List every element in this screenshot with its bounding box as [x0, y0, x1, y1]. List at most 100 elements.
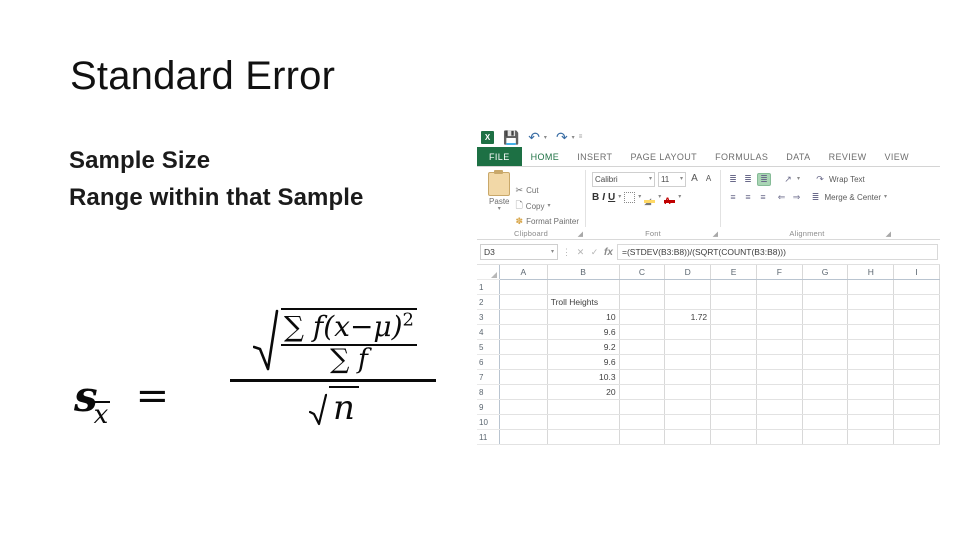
- column-header-g[interactable]: G: [802, 265, 849, 280]
- cell-E4[interactable]: [710, 324, 757, 340]
- italic-button[interactable]: I: [602, 192, 605, 203]
- cell-I9[interactable]: [893, 399, 940, 415]
- enter-icon[interactable]: ✓: [589, 247, 600, 258]
- cell-C3[interactable]: [619, 309, 666, 325]
- cell-H5[interactable]: [847, 339, 895, 355]
- font-size-dropdown-icon[interactable]: ▾: [680, 176, 683, 182]
- column-header-h[interactable]: H: [847, 265, 895, 280]
- cell-H9[interactable]: [847, 399, 895, 415]
- cell-H10[interactable]: [847, 414, 895, 430]
- cell-F6[interactable]: [756, 354, 803, 370]
- cell-C11[interactable]: [619, 429, 666, 445]
- tab-review[interactable]: REVIEW: [820, 147, 876, 166]
- cell-A8[interactable]: [499, 384, 548, 400]
- cell-D9[interactable]: [664, 399, 712, 415]
- borders-icon[interactable]: [624, 191, 636, 203]
- align-bottom-icon[interactable]: ≣: [757, 172, 771, 186]
- cell-E10[interactable]: [710, 414, 757, 430]
- cell-B3[interactable]: 10: [547, 309, 620, 325]
- row-header-2[interactable]: 2: [477, 294, 500, 310]
- merge-center-icon[interactable]: ≣: [810, 192, 822, 203]
- font-size-input[interactable]: 11 ▾: [657, 171, 686, 187]
- cell-H8[interactable]: [847, 384, 895, 400]
- cell-I10[interactable]: [893, 414, 940, 430]
- font-color-icon[interactable]: A: [664, 191, 676, 206]
- cut-button[interactable]: ✂ Cut: [516, 185, 579, 196]
- select-all-corner[interactable]: [477, 265, 500, 280]
- cell-I7[interactable]: [893, 369, 940, 385]
- cell-G6[interactable]: [802, 354, 849, 370]
- column-header-a[interactable]: A: [499, 265, 548, 280]
- cell-A11[interactable]: [499, 429, 548, 445]
- column-header-d[interactable]: D: [664, 265, 712, 280]
- align-center-icon[interactable]: ≡: [742, 192, 754, 202]
- column-header-c[interactable]: C: [619, 265, 666, 280]
- cell-F11[interactable]: [756, 429, 803, 445]
- cell-B8[interactable]: 20: [547, 384, 620, 400]
- cell-I6[interactable]: [893, 354, 940, 370]
- cell-C7[interactable]: [619, 369, 666, 385]
- cell-A3[interactable]: [499, 309, 548, 325]
- wrap-text-icon[interactable]: ↷: [814, 174, 826, 185]
- row-header-10[interactable]: 10: [477, 414, 500, 430]
- cell-B9[interactable]: [547, 399, 620, 415]
- cell-F10[interactable]: [756, 414, 803, 430]
- cell-I8[interactable]: [893, 384, 940, 400]
- redo-dropdown-icon[interactable]: ▾: [572, 134, 575, 141]
- cell-A6[interactable]: [499, 354, 548, 370]
- cell-G1[interactable]: [802, 279, 849, 295]
- increase-indent-icon[interactable]: ⇒: [791, 192, 803, 203]
- cell-G10[interactable]: [802, 414, 849, 430]
- alignment-dialog-launcher-icon[interactable]: ◢: [886, 230, 891, 238]
- row-header-1[interactable]: 1: [477, 279, 500, 295]
- column-header-f[interactable]: F: [756, 265, 803, 280]
- cell-F8[interactable]: [756, 384, 803, 400]
- font-name-input[interactable]: Calibri ▾: [592, 171, 655, 187]
- cell-F3[interactable]: [756, 309, 803, 325]
- font-dialog-launcher-icon[interactable]: ◢: [713, 230, 718, 238]
- cell-I1[interactable]: [893, 279, 940, 295]
- cell-G9[interactable]: [802, 399, 849, 415]
- cell-D3[interactable]: 1.72: [664, 309, 712, 325]
- cell-A9[interactable]: [499, 399, 548, 415]
- cell-G8[interactable]: [802, 384, 849, 400]
- row-header-6[interactable]: 6: [477, 354, 500, 370]
- cell-B1[interactable]: [547, 279, 620, 295]
- cell-F4[interactable]: [756, 324, 803, 340]
- cell-A4[interactable]: [499, 324, 548, 340]
- fill-color-icon[interactable]: ◢: [644, 191, 656, 206]
- align-middle-icon[interactable]: ≣: [742, 174, 754, 185]
- bold-button[interactable]: B: [592, 192, 599, 203]
- cell-H6[interactable]: [847, 354, 895, 370]
- cell-G5[interactable]: [802, 339, 849, 355]
- cell-D2[interactable]: [664, 294, 712, 310]
- cell-F7[interactable]: [756, 369, 803, 385]
- row-header-11[interactable]: 11: [477, 429, 500, 445]
- align-top-icon[interactable]: ≣: [727, 174, 739, 185]
- cell-C8[interactable]: [619, 384, 666, 400]
- cell-D8[interactable]: [664, 384, 712, 400]
- cell-H11[interactable]: [847, 429, 895, 445]
- row-header-4[interactable]: 4: [477, 324, 500, 340]
- cell-D6[interactable]: [664, 354, 712, 370]
- cell-E6[interactable]: [710, 354, 757, 370]
- cell-C6[interactable]: [619, 354, 666, 370]
- decrease-indent-icon[interactable]: ⇐: [776, 192, 788, 203]
- cell-A7[interactable]: [499, 369, 548, 385]
- row-header-7[interactable]: 7: [477, 369, 500, 385]
- cell-I11[interactable]: [893, 429, 940, 445]
- column-header-b[interactable]: B: [547, 265, 620, 280]
- cell-E8[interactable]: [710, 384, 757, 400]
- cell-F5[interactable]: [756, 339, 803, 355]
- cell-H7[interactable]: [847, 369, 895, 385]
- cell-G7[interactable]: [802, 369, 849, 385]
- tab-view[interactable]: VIEW: [875, 147, 918, 166]
- cell-B2[interactable]: Troll Heights: [547, 294, 620, 310]
- decrease-font-size-button[interactable]: A: [703, 173, 714, 185]
- orientation-icon[interactable]: ↗: [782, 174, 794, 185]
- cell-G3[interactable]: [802, 309, 849, 325]
- font-color-dropdown-icon[interactable]: ▾: [678, 194, 681, 200]
- name-box[interactable]: D3 ▾: [480, 244, 558, 260]
- cell-C1[interactable]: [619, 279, 666, 295]
- fx-icon[interactable]: fx: [603, 247, 614, 258]
